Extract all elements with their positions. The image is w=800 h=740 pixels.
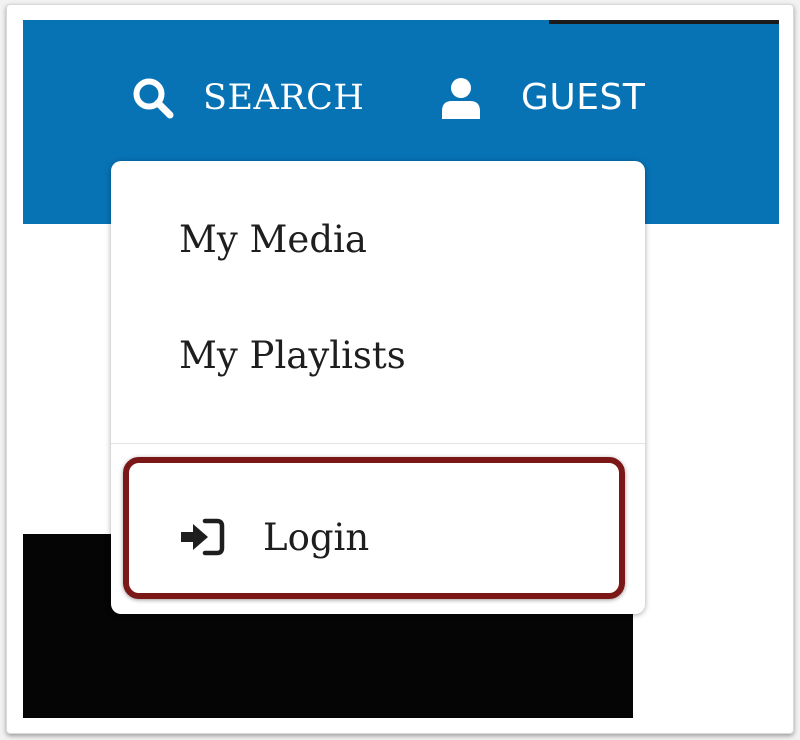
screenshot-frame: SEARCH GUEST My Media My Playlists Login [6, 4, 794, 734]
search-button[interactable]: SEARCH [131, 76, 364, 120]
header-edge [549, 20, 779, 24]
guest-menu-button[interactable]: GUEST [439, 76, 645, 120]
guest-label: GUEST [521, 77, 646, 118]
login-label: Login [263, 515, 370, 559]
menu-item-my-media[interactable]: My Media [179, 221, 367, 258]
screenshot-area: SEARCH GUEST My Media My Playlists Login [23, 20, 779, 718]
menu-item-login[interactable]: Login [179, 517, 369, 557]
menu-item-my-playlists[interactable]: My Playlists [179, 337, 406, 374]
user-icon [442, 78, 480, 119]
search-label: SEARCH [203, 77, 365, 118]
sign-in-icon [181, 518, 225, 556]
user-dropdown-menu: My Media My Playlists Login [111, 161, 645, 614]
menu-divider [111, 443, 645, 444]
search-icon [133, 78, 174, 119]
